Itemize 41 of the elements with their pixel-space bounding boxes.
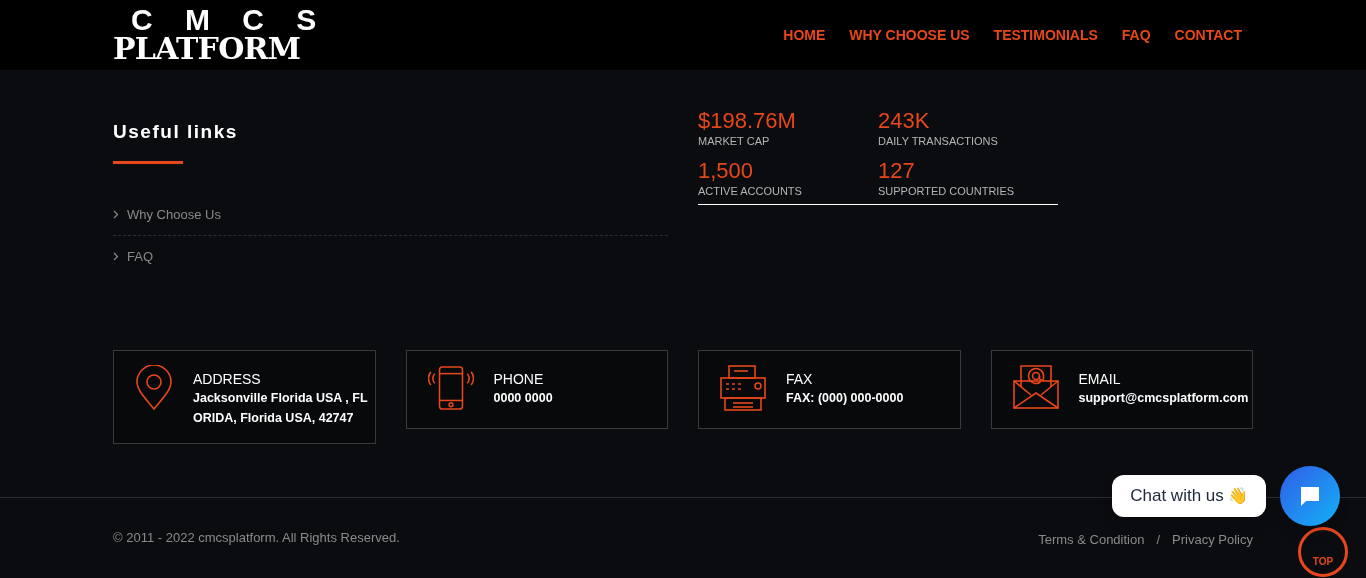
contact-detail: Jacksonville Florida USA , FL (193, 389, 368, 407)
map-pin-icon (135, 364, 173, 411)
heading-underline (113, 160, 183, 164)
contact-title: FAX (786, 369, 814, 388)
stat-label: DAILY TRANSACTIONS (878, 134, 999, 148)
separator: / (1155, 531, 1162, 549)
contact-title: PHONE (493, 369, 545, 388)
chat-button[interactable] (1280, 466, 1340, 526)
phone-icon (427, 364, 474, 411)
scroll-top-button[interactable]: TOP (1298, 527, 1348, 577)
logo[interactable]: C M C S PLATFORM (113, 6, 329, 64)
contact-title: EMAIL (1078, 369, 1122, 388)
section-heading: Useful links (113, 120, 239, 144)
footer-link[interactable]: Terms & Condition (1038, 530, 1145, 550)
nav-link[interactable]: FAQ (1121, 24, 1151, 46)
stat-label: ACTIVE ACCOUNTS (698, 184, 803, 198)
contact-detail: ORIDA, Florida USA, 42747 (193, 409, 355, 427)
footer-link[interactable]: FAQ (127, 247, 153, 267)
chat-bubble-icon (1299, 485, 1321, 507)
footer-link[interactable]: Why Choose Us (127, 204, 221, 224)
contact-title: ADDRESS (193, 369, 262, 388)
envelope-icon (1012, 364, 1059, 409)
stat-label: SUPPORTED COUNTRIES (878, 184, 1016, 198)
nav-link[interactable]: TESTIMONIALS (993, 24, 1098, 46)
stat-value: 1,500 (698, 158, 755, 184)
nav-link[interactable]: HOME (783, 24, 826, 46)
chevron-right-icon (113, 252, 119, 262)
chat-prompt[interactable]: Chat with us 👋 (1112, 475, 1266, 517)
stat-label: MARKET CAP (698, 134, 771, 148)
stat-value: $198.76M (698, 108, 797, 134)
nav-link[interactable]: WHY CHOOSE US (849, 24, 970, 46)
stat-value: 243K (878, 108, 931, 134)
footer-link[interactable]: Privacy Policy (1172, 530, 1253, 550)
nav-link[interactable]: CONTACT (1174, 24, 1242, 46)
contact-detail: FAX: (000) 000-0000 (786, 389, 904, 407)
chevron-right-icon (113, 209, 119, 219)
copyright-text: © 2011 - 2022 cmcsplatform. All Rights Reserved. (113, 529, 400, 547)
contact-detail: support@cmcsplatform.com (1078, 389, 1249, 407)
stat-value: 127 (878, 158, 916, 184)
fax-machine-icon (720, 364, 766, 411)
contact-detail: 0000 0000 (493, 389, 553, 407)
